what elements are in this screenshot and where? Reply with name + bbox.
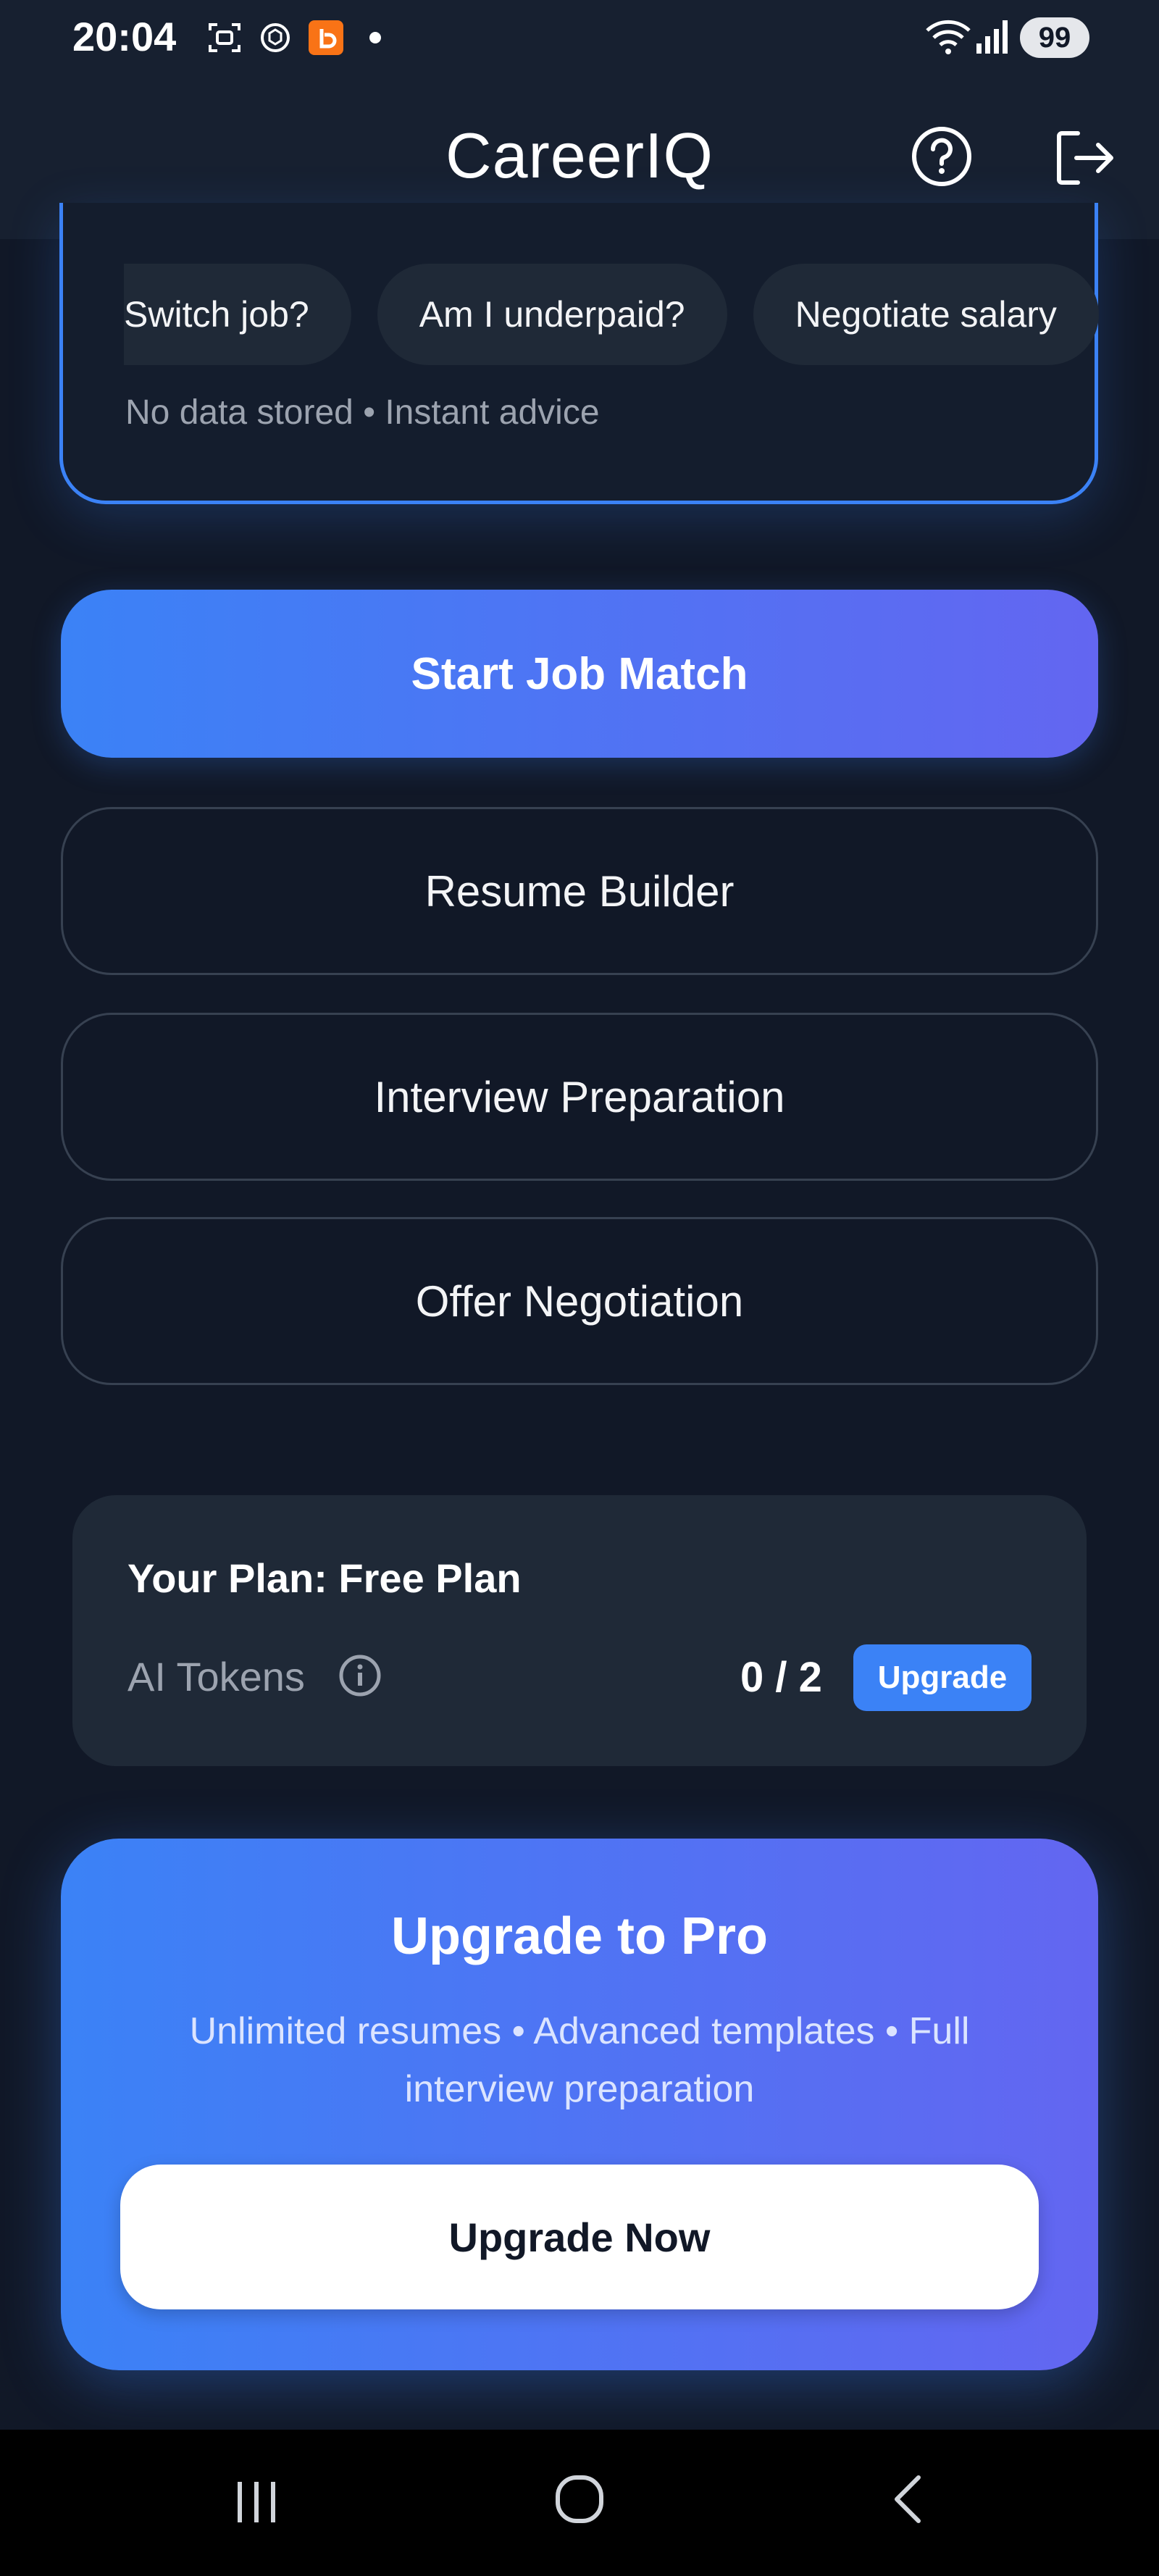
home-button[interactable]: [551, 2470, 608, 2528]
chip-underpaid[interactable]: Am I underpaid?: [377, 264, 727, 365]
start-job-match-button[interactable]: Start Job Match: [61, 590, 1098, 758]
interview-preparation-button[interactable]: Interview Preparation: [61, 1013, 1098, 1181]
screenshot-icon: [204, 17, 245, 58]
app-title: CareerIQ: [445, 120, 714, 191]
plan-card: Your Plan: Free Plan AI Tokens 0 / 2 Upg…: [72, 1495, 1087, 1766]
status-time: 20:04: [72, 14, 177, 59]
recent-apps-button[interactable]: [227, 2473, 285, 2531]
info-icon[interactable]: [338, 1653, 382, 1698]
plan-title: Your Plan: Free Plan: [127, 1555, 522, 1601]
ai-tokens-count: 0 / 2: [740, 1654, 822, 1701]
upgrade-pro-card: Upgrade to Pro Unlimited resumes • Advan…: [61, 1839, 1098, 2370]
chip-negotiate-salary[interactable]: Negotiate salary: [753, 264, 1099, 365]
system-nav-bar: [0, 2430, 1159, 2576]
offer-negotiation-button[interactable]: Offer Negotiation: [61, 1217, 1098, 1385]
upgrade-button[interactable]: Upgrade: [853, 1644, 1032, 1711]
upgrade-now-button[interactable]: Upgrade Now: [120, 2165, 1039, 2309]
home-icon: [556, 2475, 603, 2523]
logout-button[interactable]: [1050, 125, 1117, 191]
status-icons-right: 99: [923, 16, 1089, 59]
wifi-icon: [923, 16, 974, 60]
suggestion-chips[interactable]: Switch job? Am I underpaid? Negotiate sa…: [124, 264, 1102, 365]
status-bar: 20:04 99: [0, 0, 1159, 75]
help-circle-icon: [912, 127, 971, 186]
resume-builder-button[interactable]: Resume Builder: [61, 807, 1098, 975]
career-chat-card: Switch job? Am I underpaid? Negotiate sa…: [59, 203, 1099, 504]
pro-description: Unlimited resumes • Advanced templates •…: [189, 2010, 970, 2110]
logout-icon: [1057, 131, 1113, 185]
recent-apps-icon: [238, 2482, 275, 2522]
status-icons-left: [204, 17, 381, 58]
signal-icon: [974, 16, 1010, 60]
help-button[interactable]: [908, 123, 975, 190]
ai-tokens-label: AI Tokens: [127, 1654, 305, 1699]
chatgpt-icon: [255, 17, 296, 58]
back-button[interactable]: [879, 2470, 937, 2528]
privacy-note: No data stored • Instant advice: [125, 393, 600, 432]
pro-title: Upgrade to Pro: [390, 1907, 769, 1965]
battery-indicator: 99: [1020, 17, 1089, 58]
back-icon: [895, 2475, 921, 2523]
chip-switch-job[interactable]: Switch job?: [124, 264, 351, 365]
app-notification-icon: [306, 17, 346, 58]
notification-dot: [369, 32, 381, 43]
